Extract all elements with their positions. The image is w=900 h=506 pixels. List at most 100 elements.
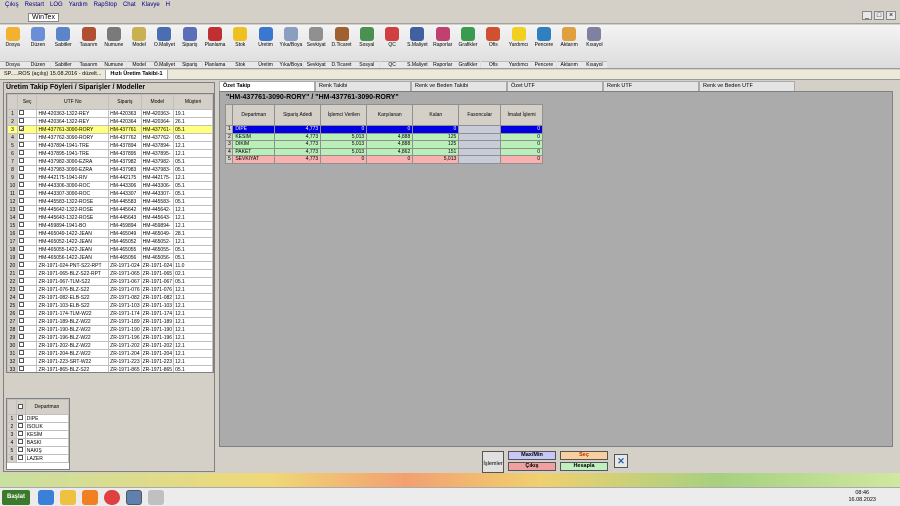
siparis-adedi-cell[interactable]: 4,773 bbox=[274, 125, 322, 134]
musteri-cell[interactable]: 05.1 bbox=[173, 181, 213, 190]
row-select-cell[interactable] bbox=[16, 221, 38, 230]
siparis-cell[interactable]: HM-443306 bbox=[108, 181, 142, 190]
document-tab[interactable]: SP.....ROS (açılış) 15.08.2016 - düzelt.… bbox=[0, 70, 107, 79]
toolbar-submenu[interactable]: Ö.Maliyet bbox=[151, 61, 177, 68]
toolbar-submenu[interactable]: Tasarım bbox=[76, 61, 102, 68]
checkbox-icon[interactable] bbox=[18, 206, 24, 211]
utf-cell[interactable]: HM-465052-1422-JEAN bbox=[36, 237, 110, 246]
utf-cell[interactable]: ZR-1971-865-BLZ-S22 bbox=[36, 365, 110, 372]
islemler-button[interactable]: İşlemler bbox=[482, 451, 504, 473]
row-select-cell[interactable] bbox=[16, 149, 38, 158]
table-row[interactable]: 25 ZR-1971-103-ELB-S22 ZR-1971-103 ZR-1971-… bbox=[7, 301, 213, 310]
imalat-islemi-cell[interactable]: 0 bbox=[500, 125, 543, 134]
menu-item[interactable]: LOG bbox=[47, 2, 66, 8]
utf-cell[interactable]: HM-437762-3090-RORY bbox=[36, 133, 110, 142]
musteri-cell[interactable]: 05.1 bbox=[173, 197, 213, 206]
checkbox-icon[interactable] bbox=[18, 174, 24, 179]
checkbox-icon[interactable] bbox=[18, 318, 24, 323]
utf-cell[interactable]: ZR-1971-202-BLZ-W22 bbox=[36, 341, 110, 350]
karsilanan-cell[interactable]: 4,862 bbox=[366, 147, 414, 156]
model-cell[interactable]: HM-437983- bbox=[140, 165, 175, 174]
kalan-cell[interactable]: 0 bbox=[412, 125, 460, 134]
utf-cell[interactable]: HM-465056-1422-JEAN bbox=[36, 253, 110, 262]
toolbar-submenu[interactable]: Yardımcı bbox=[506, 61, 532, 68]
list-item[interactable]: 6 LAZER bbox=[7, 454, 69, 463]
utf-cell[interactable]: HM-445583-1322-ROSE bbox=[36, 197, 110, 206]
toolbar-submenu[interactable]: Kısayol bbox=[581, 61, 607, 68]
table-row[interactable]: 8 HM-437983-3090-EZRA HM-437983 HM-437983- 0… bbox=[7, 165, 213, 174]
musteri-cell[interactable]: 05.1 bbox=[173, 125, 213, 134]
ie-icon[interactable] bbox=[38, 490, 54, 505]
musteri-cell[interactable]: 05.1 bbox=[173, 245, 213, 254]
col-header-siparis[interactable]: Sipariş bbox=[108, 94, 142, 110]
model-cell[interactable]: ZR-1971-067 bbox=[140, 277, 175, 286]
islemci-verilen-cell[interactable]: 5,013 bbox=[320, 132, 368, 141]
utf-cell[interactable]: ZR-1971-076-BLZ-S22 bbox=[36, 285, 110, 294]
musteri-cell[interactable]: 05.1 bbox=[173, 189, 213, 198]
table-row[interactable]: 1 HM-420363-1322-REY HM-420363 HM-420363- 19… bbox=[7, 109, 213, 118]
fasoncular-cell[interactable] bbox=[458, 147, 502, 156]
wintex-task-icon[interactable] bbox=[126, 490, 142, 505]
row-select-cell[interactable] bbox=[16, 205, 38, 214]
toolbar-button[interactable]: Üretim Üretim bbox=[253, 25, 279, 69]
table-row[interactable]: 20 ZR-1971-024-PNT-S22-RPT ZR-1971-024 ZR-1… bbox=[7, 261, 213, 270]
siparis-adedi-cell[interactable]: 4,773 bbox=[274, 147, 322, 156]
karsilanan-cell[interactable]: 0 bbox=[366, 155, 414, 164]
col-header-model[interactable]: Model bbox=[140, 94, 175, 110]
department-cell[interactable]: PAKET bbox=[232, 147, 276, 156]
cikis-button[interactable]: Çıkış bbox=[508, 462, 556, 471]
table-row[interactable]: 28 ZR-1971-190-BLZ-W22 ZR-1971-190 ZR-1971-… bbox=[7, 325, 213, 334]
row-select-cell[interactable] bbox=[16, 165, 38, 174]
siparis-cell[interactable]: HM-459894 bbox=[108, 221, 142, 230]
siparis-cell[interactable]: HM-445642 bbox=[108, 205, 142, 214]
row-select-cell[interactable] bbox=[15, 414, 26, 423]
toolbar-submenu[interactable]: Raporlar bbox=[430, 61, 456, 68]
department-cell[interactable]: ISOLIK bbox=[24, 422, 69, 431]
toolbar-button[interactable]: Raporlar Raporlar bbox=[430, 25, 456, 69]
toolbar-submenu[interactable]: Pencere bbox=[531, 61, 557, 68]
checkbox-icon[interactable] bbox=[17, 447, 23, 452]
utf-cell[interactable]: HM-437895-1941-TRE bbox=[36, 149, 110, 158]
row-select-cell[interactable] bbox=[16, 269, 38, 278]
dept-col-header[interactable]: Departman bbox=[24, 399, 69, 415]
musteri-cell[interactable]: 05.1 bbox=[173, 277, 213, 286]
siparis-cell[interactable]: HM-437762 bbox=[108, 133, 142, 142]
model-cell[interactable]: HM-465056- bbox=[140, 253, 175, 262]
siparis-cell[interactable]: HM-437761 bbox=[108, 125, 142, 134]
minimize-icon[interactable]: _ bbox=[862, 11, 872, 20]
model-cell[interactable]: HM-437895- bbox=[140, 149, 175, 158]
checkbox-icon[interactable] bbox=[18, 350, 24, 355]
musteri-cell[interactable]: 12.1 bbox=[173, 213, 213, 222]
siparis-cell[interactable]: HM-437983 bbox=[108, 165, 142, 174]
row-select-cell[interactable] bbox=[16, 317, 38, 326]
utf-cell[interactable]: HM-420363-1322-REY bbox=[36, 109, 110, 118]
utf-cell[interactable]: HM-465049-1422-JEAN bbox=[36, 229, 110, 238]
row-select-cell[interactable] bbox=[16, 365, 38, 372]
toolbar-button[interactable]: Sosyal Sosyal bbox=[354, 25, 380, 69]
row-select-cell[interactable] bbox=[16, 141, 38, 150]
siparis-cell[interactable]: HM-445643 bbox=[108, 213, 142, 222]
row-select-cell[interactable] bbox=[15, 430, 26, 439]
table-row[interactable]: 19 HM-465056-1422-JEAN HM-465056 HM-465056-… bbox=[7, 253, 213, 262]
table-row[interactable]: 30 ZR-1971-202-BLZ-W22 ZR-1971-202 ZR-1971-… bbox=[7, 341, 213, 350]
kalan-cell[interactable]: 125 bbox=[412, 132, 460, 141]
checkbox-icon[interactable] bbox=[18, 222, 24, 227]
checkbox-icon[interactable] bbox=[17, 431, 23, 436]
row-select-cell[interactable] bbox=[16, 309, 38, 318]
table-row[interactable]: 4 HM-437762-3090-RORY HM-437762 HM-437762- 0… bbox=[7, 133, 213, 142]
toolbar-submenu[interactable]: Sevkiyat bbox=[303, 61, 329, 68]
checkbox-icon[interactable] bbox=[18, 286, 24, 291]
table-row[interactable]: 24 ZR-1971-082-ELB-S22 ZR-1971-082 ZR-1971-… bbox=[7, 293, 213, 302]
checkbox-icon[interactable] bbox=[18, 230, 24, 235]
model-cell[interactable]: HM-420364- bbox=[140, 117, 175, 126]
row-select-cell[interactable] bbox=[16, 285, 38, 294]
siparis-cell[interactable]: ZR-1971-024 bbox=[108, 261, 142, 270]
summary-col-departman[interactable]: Departman bbox=[232, 104, 276, 126]
row-select-cell[interactable] bbox=[16, 253, 38, 262]
table-row[interactable]: 16 HM-465049-1422-JEAN HM-465049 HM-465049-… bbox=[7, 229, 213, 238]
siparis-cell[interactable]: HM-420363 bbox=[108, 109, 142, 118]
row-select-cell[interactable]: ✓ bbox=[16, 125, 38, 134]
checkbox-icon[interactable] bbox=[18, 403, 24, 409]
kalan-cell[interactable]: 125 bbox=[412, 140, 460, 149]
model-cell[interactable]: HM-437762- bbox=[140, 133, 175, 142]
